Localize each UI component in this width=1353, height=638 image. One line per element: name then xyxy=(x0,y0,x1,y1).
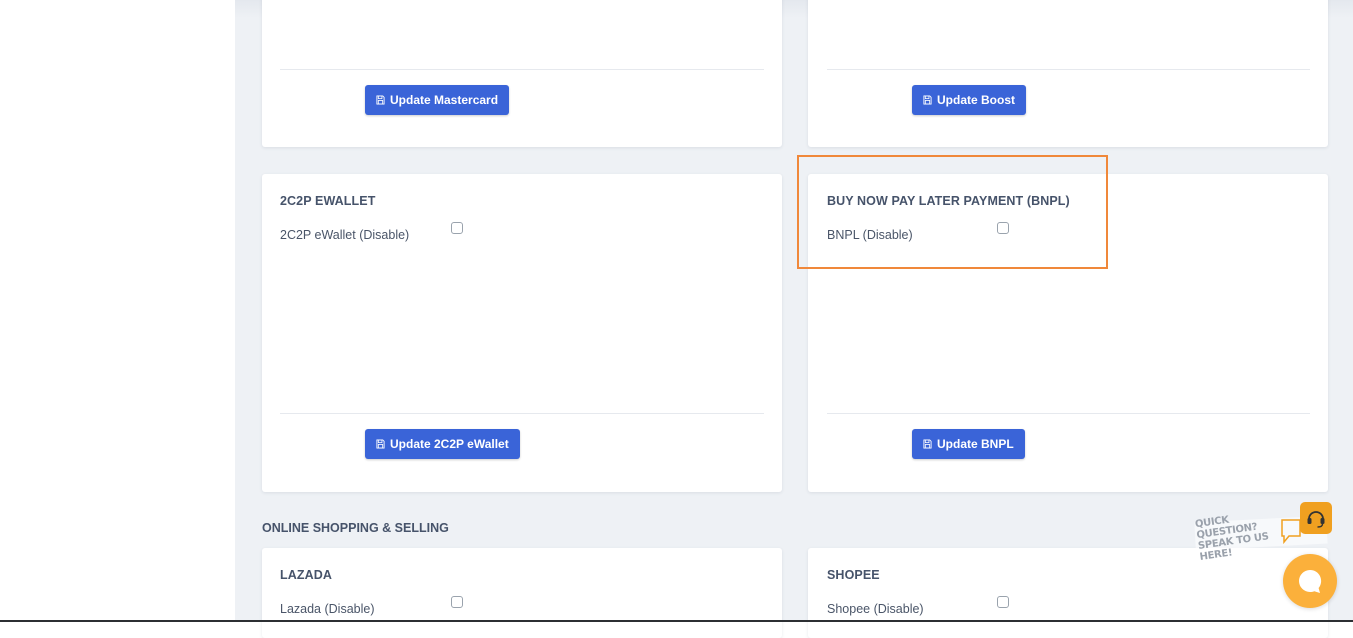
button-label: Update BNPL xyxy=(937,437,1014,451)
save-icon xyxy=(376,95,385,105)
option-label: 2C2P eWallet (Disable) xyxy=(280,228,410,242)
update-ewallet-button[interactable]: Update 2C2P eWallet xyxy=(365,429,520,459)
save-icon xyxy=(923,439,932,449)
button-label: Update Boost xyxy=(937,93,1015,107)
ewallet-checkbox[interactable] xyxy=(451,222,463,234)
option-label: Lazada (Disable) xyxy=(280,602,375,616)
update-boost-button[interactable]: Update Boost xyxy=(912,85,1026,115)
chat-launcher-button[interactable] xyxy=(1283,554,1337,608)
support-headset-button[interactable] xyxy=(1300,502,1332,534)
card-title: SHOPEE xyxy=(827,568,880,582)
left-sidebar xyxy=(0,0,235,622)
save-icon xyxy=(376,439,385,449)
ewallet-card: 2C2P EWALLET 2C2P eWallet (Disable) Upda… xyxy=(262,174,782,492)
lazada-card: LAZADA Lazada (Disable) xyxy=(262,548,782,638)
highlight-box xyxy=(797,155,1108,269)
button-label: Update Mastercard xyxy=(390,93,499,107)
save-icon xyxy=(923,95,932,105)
lazada-checkbox[interactable] xyxy=(451,596,463,608)
card-title: 2C2P EWALLET xyxy=(280,194,376,208)
chat-bubble-icon xyxy=(1299,569,1322,593)
update-bnpl-button[interactable]: Update BNPL xyxy=(912,429,1025,459)
card-title: LAZADA xyxy=(280,568,332,582)
headset-icon xyxy=(1307,511,1325,528)
update-mastercard-button[interactable]: Update Mastercard xyxy=(365,85,510,115)
card-divider xyxy=(827,69,1310,70)
mastercard-card: Update Mastercard xyxy=(262,0,782,147)
section-title-online-shopping: ONLINE SHOPPING & SELLING xyxy=(262,521,449,535)
card-divider xyxy=(280,69,764,70)
button-label: Update 2C2P eWallet xyxy=(390,437,509,451)
card-divider xyxy=(827,413,1310,414)
option-label: Shopee (Disable) xyxy=(827,602,924,616)
boost-card: Update Boost xyxy=(808,0,1328,147)
card-divider xyxy=(280,413,764,414)
shopee-checkbox[interactable] xyxy=(997,596,1009,608)
shopee-card: SHOPEE Shopee (Disable) xyxy=(808,548,1328,638)
